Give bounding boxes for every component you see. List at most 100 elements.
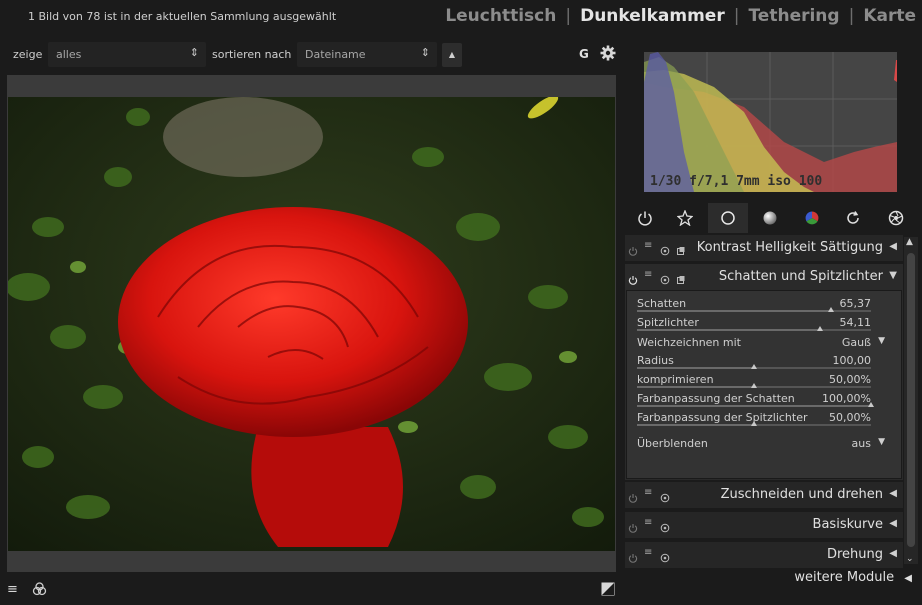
expand-arrow-icon[interactable]: ▼ [889,270,897,281]
collapse-arrow-icon: ◀ [904,573,912,584]
slider-radius[interactable]: Radius 100,00 [637,354,871,373]
combo-label: Weichzeichnen mit [637,336,741,349]
module-title: Drehung [826,547,883,562]
combo-blend[interactable]: Überblenden aus ▼ [637,437,887,450]
combo-value: aus [851,437,871,450]
slider-handle[interactable] [828,307,835,312]
group-effect-button[interactable] [876,203,916,233]
slider-shadows[interactable]: Schatten 65,37 [637,297,871,316]
slider-highlight-saturation[interactable]: Farbanpassung der Spitzlichter 50,00% [637,411,871,430]
scrollbar-thumb[interactable] [907,253,915,547]
sort-combo[interactable]: Dateiname ⇕ [297,42,437,67]
module-reset-icon[interactable] [660,548,671,563]
slider-handle[interactable] [751,383,757,388]
group-favorites-button[interactable] [665,203,705,233]
module-presets-icon[interactable]: ≡ [644,518,655,529]
module-groups [625,203,922,233]
module-rotation[interactable]: ≡ Drehung ◀ [625,542,903,568]
module-title: Basiskurve [812,517,883,532]
module-presets-icon[interactable]: ≡ [644,488,655,499]
slider-label: Farbanpassung der Spitzlichter [637,411,808,424]
module-presets-icon[interactable]: ≡ [644,241,655,252]
slider-value: 50,00% [829,411,871,424]
slider-handle[interactable] [868,402,874,407]
rose-image [8,97,615,551]
grouping-button[interactable]: G [579,47,589,61]
power-icon [638,211,652,226]
module-reset-icon[interactable] [660,270,671,285]
group-basic-button[interactable] [708,203,748,233]
module-power-icon[interactable] [628,488,639,503]
module-power-icon[interactable] [628,548,639,563]
slider-handle[interactable] [751,421,757,426]
updown-icon: ⇕ [189,46,199,59]
show-filter-value: alles [56,48,82,61]
module-reset-icon[interactable] [660,518,671,533]
slider-label: Spitzlichter [637,316,699,329]
module-contrast[interactable]: ≡ Kontrast Helligkeit Sättigung ◀ [625,235,903,261]
collapse-arrow-icon[interactable]: ◀ [889,518,897,529]
color-assessment-icon[interactable] [32,581,48,597]
module-shadows-highlights[interactable]: ≡ Schatten und Spitzlichter ▼ [625,264,903,290]
collection-status: 1 Bild von 78 ist in der aktuellen Samml… [28,10,337,23]
module-reset-icon[interactable] [660,488,671,503]
combo-value: Gauß [841,336,871,349]
sort-label: sortieren nach [212,48,292,61]
circle-icon [721,211,735,225]
slider-label: Radius [637,354,674,367]
exif-info: 1/30 f/7,1 7mm iso 100 [650,174,823,189]
module-scrollbar[interactable]: ▲ ⌄ [904,237,918,564]
rotate-icon [847,211,859,224]
group-correct-button[interactable] [833,203,873,233]
photo-preview[interactable] [8,97,615,551]
histogram-plot [644,52,897,192]
scroll-up-icon[interactable]: ▲ [906,237,913,247]
module-presets-icon[interactable]: ≡ [644,548,655,559]
star-icon [677,210,693,226]
module-presets-icon[interactable]: ≡ [644,270,655,281]
collapse-arrow-icon[interactable]: ◀ [889,488,897,499]
shaded-circle-icon [763,211,777,225]
more-modules-button[interactable]: weitere Module ◀ [794,570,912,585]
module-reset-icon[interactable] [660,241,671,256]
more-modules-label: weitere Module [794,570,895,585]
module-multi-instance-icon[interactable] [676,241,687,255]
module-multi-instance-icon[interactable] [676,270,687,284]
slider-highlights[interactable]: Spitzlichter 54,11 [637,316,871,335]
slider-compress[interactable]: komprimieren 50,00% [637,373,871,392]
menu-icon[interactable]: ≡ [7,582,18,597]
histogram[interactable]: 1/30 f/7,1 7mm iso 100 [644,52,897,192]
view-lighttable[interactable]: Leuchttisch [445,6,556,26]
dropdown-arrow-icon: ▼ [878,437,885,447]
combo-blur[interactable]: Weichzeichnen mit Gauß ▼ [637,336,887,349]
sort-direction-button[interactable]: ▲ [442,43,462,67]
overexposure-icon[interactable] [601,582,615,596]
sort-value: Dateiname [305,48,366,61]
gear-icon[interactable] [600,45,616,61]
module-title: Kontrast Helligkeit Sättigung [696,240,883,255]
collapse-arrow-icon[interactable]: ◀ [889,548,897,559]
filter-bar: zeige alles ⇕ sortieren nach Dateiname ⇕… [0,42,625,68]
module-power-icon[interactable] [628,241,639,256]
module-power-icon[interactable] [628,518,639,533]
color-wheel-icon [805,211,819,225]
slider-handle[interactable] [751,364,757,369]
slider-value: 65,37 [839,297,872,310]
bottom-toolbar: ≡ [0,578,625,605]
module-crop-rotate[interactable]: ≡ Zuschneiden und drehen ◀ [625,482,903,508]
group-tone-button[interactable] [750,203,790,233]
group-color-button[interactable] [792,203,832,233]
show-label: zeige [13,48,43,61]
group-active-button[interactable] [625,203,665,233]
combo-label: Überblenden [637,437,708,450]
slider-handle[interactable] [816,326,823,331]
right-panel: 1/30 f/7,1 7mm iso 100 ≡ Kontrast Hellig… [625,0,922,605]
module-base-curve[interactable]: ≡ Basiskurve ◀ [625,512,903,538]
aperture-icon [888,210,904,226]
show-filter-combo[interactable]: alles ⇕ [48,42,206,67]
slider-shadow-saturation[interactable]: Farbanpassung der Schatten 100,00% [637,392,874,411]
dropdown-arrow-icon: ▼ [878,336,885,346]
scroll-down-icon[interactable]: ⌄ [906,554,914,564]
module-power-icon[interactable] [628,270,639,285]
collapse-arrow-icon[interactable]: ◀ [889,241,897,252]
